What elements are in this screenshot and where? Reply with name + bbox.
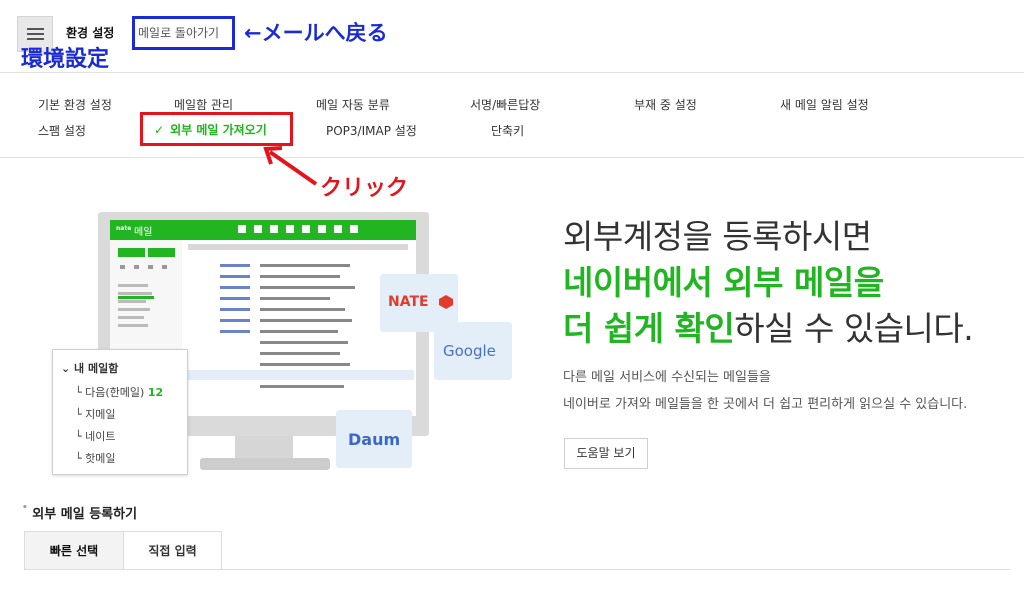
tab-spam-settings[interactable]: 스팸 설정	[38, 122, 86, 139]
header-divider	[0, 72, 1024, 73]
nate-logo: NATE	[388, 294, 429, 310]
folder-item: └ 지메일	[75, 408, 116, 421]
mailbox-folder-pane: ⌄ 내 메일함 └ 다음(한메일) 12 └ 지메일 └ 네이트 └ 핫메일	[52, 349, 188, 475]
hero-line-1: 외부계정을 등록하시면	[563, 217, 872, 256]
tab-pop3-imap[interactable]: POP3/IMAP 설정	[326, 122, 417, 139]
active-tab-highlight-box	[140, 112, 293, 146]
tab-auto-sort[interactable]: 메일 자동 분류	[316, 96, 390, 113]
daum-logo: Daum	[348, 430, 401, 449]
tab-signature-quick-reply[interactable]: 서명/빠른답장	[470, 96, 540, 113]
google-logo: Google	[443, 342, 496, 360]
register-section-title: • 외부 메일 등록하기	[22, 503, 138, 522]
toolbar-icons	[238, 225, 358, 233]
google-folder-card: Google	[434, 322, 512, 380]
menu-line	[27, 28, 44, 30]
monitor-base	[200, 458, 330, 470]
daum-folder-card: Daum	[336, 410, 412, 468]
arrow-icon	[263, 146, 318, 186]
folder-item: └ 다음(한메일) 12	[75, 386, 164, 399]
chevron-down-icon: ⌄	[61, 362, 75, 375]
hero-description-1: 다른 메일 서비스에 수신되는 메일들을	[563, 370, 771, 385]
bullet-icon: •	[22, 503, 28, 513]
back-to-mail-link[interactable]: 메일로 돌아가기	[138, 24, 219, 41]
tab-new-mail-alert[interactable]: 새 메일 알림 설정	[780, 96, 869, 113]
page-title: 환경 설정	[66, 26, 115, 40]
hero-description-2: 네이버로 가져와 메일들을 한 곳에서 더 쉽고 편리하게 읽으실 수 있습니다…	[563, 397, 968, 412]
tab-absence-settings[interactable]: 부재 중 설정	[634, 96, 697, 113]
nate-logo-icon	[439, 295, 453, 309]
folder-item: └ 네이트	[75, 430, 116, 443]
mockup-brand: nate	[116, 225, 132, 232]
menu-line	[27, 38, 44, 40]
help-button[interactable]: 도움말 보기	[564, 438, 648, 469]
tab-quick-select[interactable]: 빠른 선택	[24, 531, 124, 569]
folder-pane-title: ⌄ 내 메일함	[61, 362, 119, 375]
menu-line	[27, 33, 44, 35]
tab-mailbox-management[interactable]: 메일함 관리	[174, 96, 233, 113]
folder-item: └ 핫메일	[75, 452, 116, 465]
register-tabs: 빠른 선택 직접 입력	[24, 531, 1010, 570]
hero-line-2: 네이버에서 외부 메일을	[563, 263, 884, 302]
tab-basic-settings[interactable]: 기본 환경 설정	[38, 96, 112, 113]
mockup-app-name: 메일	[134, 227, 153, 238]
monitor-stand	[235, 436, 293, 460]
mail-app-header-bar: nate 메일	[110, 220, 416, 240]
nav-divider	[0, 157, 1024, 158]
back-annotation: ←メールへ戻る	[244, 21, 388, 45]
hero-line-3: 더 쉽게 확인하실 수 있습니다.	[563, 309, 974, 348]
settings-annotation: 環境設定	[21, 47, 110, 72]
click-annotation: クリック	[320, 176, 409, 201]
tab-manual-input[interactable]: 직접 입력	[124, 531, 222, 569]
tab-shortcuts[interactable]: 단축키	[491, 122, 524, 139]
